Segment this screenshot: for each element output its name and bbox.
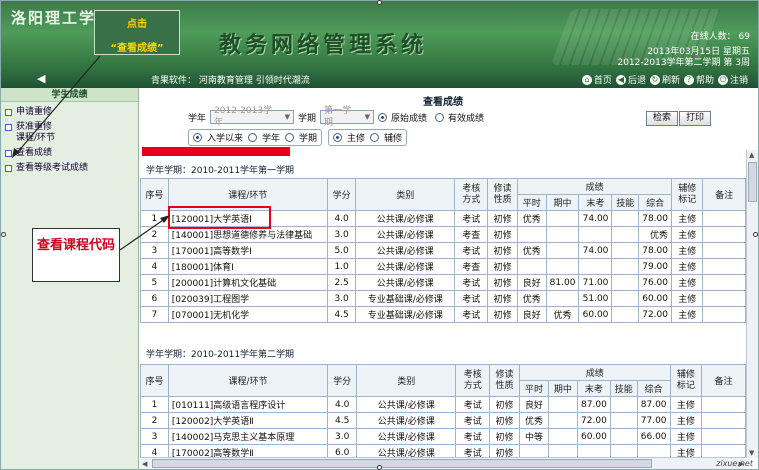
callout-view-course-code: 查看课程代码 xyxy=(32,228,120,282)
callout-click-view-grades: 点击 “查看成绩” xyxy=(94,10,180,55)
watermark: zixue.net xyxy=(716,459,753,468)
resize-handle xyxy=(377,0,382,5)
callout1-line2: “查看成绩” xyxy=(110,43,164,54)
callout1-line1: 点击 xyxy=(127,19,147,30)
resize-handle xyxy=(1,232,6,237)
resize-handle xyxy=(753,232,758,237)
resize-handle xyxy=(377,465,382,470)
callout2-text: 查看课程代码 xyxy=(36,238,115,253)
